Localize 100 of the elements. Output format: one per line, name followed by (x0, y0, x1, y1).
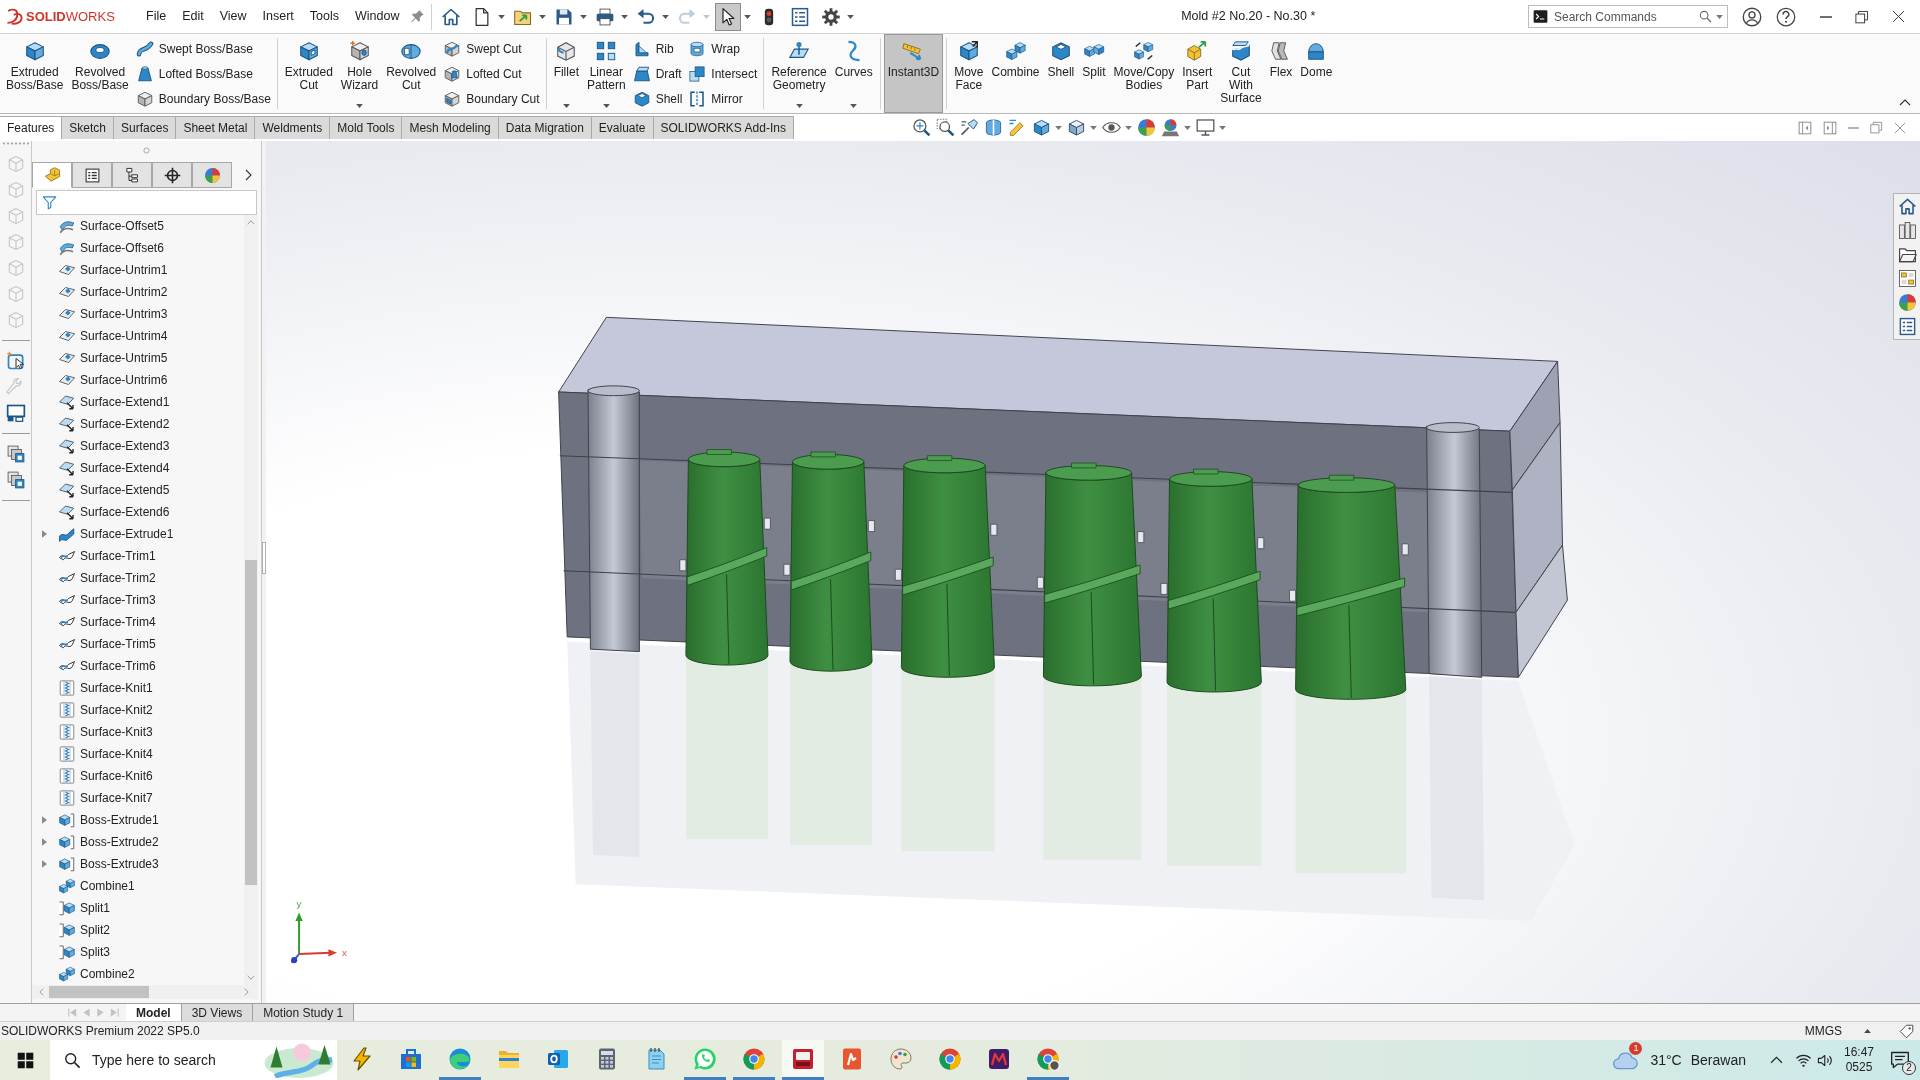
tree-item[interactable]: Surface-Knit7 (58, 789, 153, 807)
gripper-icon[interactable] (1, 142, 30, 145)
caret-icon[interactable] (795, 104, 803, 108)
command-tab[interactable]: Mesh Modeling (402, 116, 499, 139)
menu-item[interactable]: Tools (301, 4, 348, 29)
command-tab[interactable]: Sketch (62, 116, 115, 139)
view-tab[interactable]: Model (126, 1004, 182, 1021)
tool-button[interactable]: Intersect (685, 61, 761, 86)
tree-item[interactable]: Surface-Knit6 (58, 767, 153, 785)
tile-left-icon[interactable] (1798, 120, 1812, 135)
clock-time[interactable]: 16:47 (1843, 1045, 1874, 1060)
view-tab[interactable]: 3D Views (181, 1004, 254, 1021)
tree-item[interactable]: Combine2 (58, 965, 135, 983)
screen-icon[interactable] (5, 403, 26, 423)
windows-start-icon[interactable] (16, 1051, 34, 1069)
zoom-fit-icon[interactable] (912, 118, 931, 137)
menu-item[interactable]: Insert (254, 4, 302, 29)
tree-item[interactable]: Surface-Offset6 (58, 239, 164, 257)
caret-icon[interactable] (497, 14, 505, 19)
caret-icon[interactable] (1125, 125, 1132, 130)
select-button[interactable] (714, 2, 741, 31)
menu-item[interactable]: View (211, 4, 255, 29)
command-tab[interactable]: Surfaces (114, 116, 177, 139)
tree-item[interactable]: Surface-Trim4 (58, 613, 156, 631)
zoom-area-icon[interactable] (936, 118, 955, 137)
shaded-cube-icon[interactable] (1067, 118, 1086, 137)
tree-item[interactable]: Surface-Trim1 (58, 547, 156, 565)
tree-item[interactable]: Surface-Trim2 (58, 569, 156, 587)
tool-button[interactable]: Fillet (549, 34, 583, 113)
tree-item[interactable]: Surface-Knit4 (58, 745, 153, 763)
chevron-right-icon[interactable] (245, 169, 252, 181)
tool-button[interactable]: Reference Geometry (767, 34, 831, 113)
tile-right-icon[interactable] (1823, 120, 1837, 135)
tool-button[interactable]: Lofted Cut (440, 61, 543, 86)
notification-icon[interactable] (1890, 1050, 1910, 1070)
home-icon[interactable] (1897, 197, 1917, 216)
tree-item[interactable]: Surface-Knit1 (58, 679, 153, 697)
scrollbar-thumb[interactable] (49, 986, 149, 998)
tool-button[interactable]: Lofted Boss/Base (132, 61, 274, 86)
tree-item[interactable]: Surface-Untrim4 (58, 327, 168, 345)
expand-arrow-icon[interactable] (42, 530, 47, 538)
minimize-icon[interactable] (1820, 15, 1832, 18)
tool-button[interactable]: Boundary Cut (440, 86, 543, 111)
monitor-icon[interactable] (1196, 118, 1215, 137)
annotation-icon[interactable] (1008, 118, 1027, 137)
tool-button[interactable]: Dome (1296, 34, 1337, 113)
scrollbar-thumb[interactable] (245, 560, 257, 885)
horizontal-scrollbar[interactable] (32, 985, 258, 999)
tool-button[interactable]: Move Face (950, 34, 988, 113)
tool-button[interactable]: Split (1078, 34, 1110, 113)
view-palette-icon[interactable] (1897, 269, 1917, 288)
clock-date[interactable]: 0525 (1845, 1060, 1873, 1075)
panel-handle-icon[interactable] (143, 146, 150, 154)
menu-item[interactable]: Edit (174, 4, 212, 29)
tag-icon[interactable] (1899, 1023, 1914, 1039)
tree-item[interactable]: Surface-Trim6 (58, 657, 156, 675)
caret-icon[interactable] (602, 104, 610, 108)
tool-button[interactable]: Curves (830, 34, 877, 113)
tool-button[interactable]: Swept Boss/Base (132, 36, 274, 61)
color-sphere-icon[interactable] (1897, 293, 1917, 312)
caret-icon[interactable] (661, 14, 669, 19)
tool-button[interactable]: Revolved Cut (382, 34, 441, 113)
stacked-frames-icon[interactable] (5, 444, 26, 464)
command-tab[interactable]: Mold Tools (330, 116, 403, 139)
units-button[interactable]: MMGS (1804, 1022, 1871, 1040)
restore-icon[interactable] (1855, 9, 1869, 24)
folder-icon[interactable] (1897, 245, 1917, 264)
caret-icon[interactable] (846, 14, 854, 19)
tree-item[interactable]: Surface-Knit3 (58, 723, 153, 741)
color-sphere-icon[interactable] (1137, 118, 1156, 137)
tree-item[interactable]: Split2 (58, 921, 111, 939)
tree-item[interactable]: Surface-Untrim3 (58, 305, 168, 323)
search-field[interactable]: Search Commands (1554, 7, 1695, 26)
tree-item[interactable]: Split3 (58, 943, 111, 961)
command-tab[interactable]: Features (0, 116, 63, 139)
caret-icon[interactable] (562, 104, 570, 108)
panel-tab[interactable] (152, 162, 192, 188)
splitter-handle[interactable] (262, 542, 266, 574)
tool-button[interactable]: Move/Copy Bodies (1109, 34, 1179, 113)
search-field[interactable]: Type here to search (92, 1049, 259, 1071)
caret-icon[interactable] (1090, 125, 1097, 130)
stacked-frames-icon[interactable] (5, 470, 26, 490)
tool-button[interactable]: Extruded Cut (280, 34, 337, 113)
caret-icon[interactable] (1716, 14, 1723, 19)
view-arrow-icon[interactable] (960, 118, 979, 137)
tool-button[interactable]: Swept Cut (440, 36, 543, 61)
caret-icon[interactable] (743, 14, 751, 19)
tree-item[interactable]: Surface-Extend1 (58, 393, 170, 411)
scene-icon[interactable] (1161, 118, 1180, 137)
tree-item[interactable]: Surface-Untrim1 (58, 261, 168, 279)
expand-arrow-icon[interactable] (42, 816, 47, 824)
chevron-up-icon[interactable] (1769, 1056, 1783, 1064)
expand-arrow-icon[interactable] (42, 860, 47, 868)
caret-icon[interactable] (538, 14, 546, 19)
search-box[interactable]: Search Commands (1528, 5, 1728, 28)
view-cube-icon[interactable] (1032, 118, 1051, 137)
command-tab[interactable]: Data Migration (498, 116, 592, 139)
list-icon[interactable] (1897, 317, 1917, 336)
tool-button[interactable]: Hole Wizard (336, 34, 383, 113)
tool-button[interactable]: Mirror (685, 86, 761, 111)
